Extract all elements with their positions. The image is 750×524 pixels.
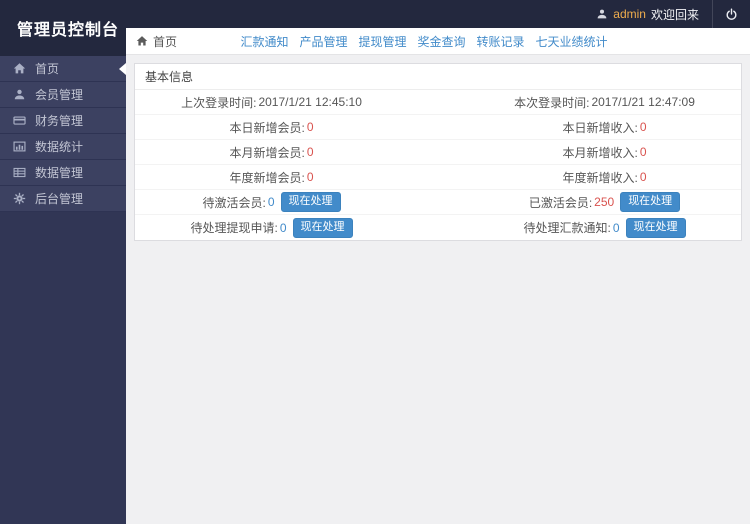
stat-value: 2017/1/21 12:47:09 xyxy=(591,95,695,109)
power-icon xyxy=(725,8,738,21)
sidebar-item-label: 财务管理 xyxy=(35,114,84,128)
stat-value: 0 xyxy=(612,220,620,235)
sidebar-menu: 首页 会员管理 财务管理 数据统计 数据管理 后台管理 xyxy=(0,56,126,212)
handle-now-button[interactable]: 现在处理 xyxy=(620,192,681,212)
stat-value: 0 xyxy=(639,145,647,159)
sidebar-item-label: 首页 xyxy=(35,62,60,76)
info-row: 上次登录时间: 2017/1/21 12:45:10 本次登录时间: 2017/… xyxy=(135,90,741,115)
quick-links: 汇款通知 产品管理 提现管理 奖金查询 转账记录 七天业绩统计 xyxy=(240,33,635,50)
handle-now-button[interactable]: 现在处理 xyxy=(292,217,353,238)
sidebar-item-label: 数据统计 xyxy=(35,140,84,154)
welcome-text: 欢迎回来 xyxy=(650,7,699,22)
info-row: 本日新增会员: 0 本日新增收入: 0 xyxy=(135,115,741,140)
stat-label: 年度新增收入: xyxy=(562,170,638,185)
nav-link-seven-day-stats[interactable]: 七天业绩统计 xyxy=(536,33,608,50)
sidebar-item-statistics[interactable]: 数据统计 xyxy=(0,134,126,160)
stat-value: 0 xyxy=(306,170,314,184)
info-cell: 年度新增会员: 0 xyxy=(135,169,408,186)
sidebar-item-home[interactable]: 首页 xyxy=(0,56,126,82)
sidebar-item-data[interactable]: 数据管理 xyxy=(0,160,126,186)
info-cell: 待处理汇款通知: 0 现在处理 xyxy=(408,217,741,238)
info-cell: 本月新增收入: 0 xyxy=(408,144,741,161)
content-area: 基本信息 上次登录时间: 2017/1/21 12:45:10 本次登录时间: … xyxy=(126,55,750,524)
stat-label: 本次登录时间: xyxy=(514,95,590,110)
stat-label: 本日新增收入: xyxy=(562,120,638,135)
cogs-icon xyxy=(13,192,26,205)
logout-button[interactable] xyxy=(712,0,750,28)
handle-now-button[interactable]: 现在处理 xyxy=(625,217,686,238)
top-bar: admin 欢迎回来 xyxy=(126,0,750,28)
info-cell: 本次登录时间: 2017/1/21 12:47:09 xyxy=(408,94,741,111)
info-row: 本月新增会员: 0 本月新增收入: 0 xyxy=(135,140,741,165)
stat-label: 上次登录时间: xyxy=(181,95,257,110)
app-title: 管理员控制台 xyxy=(0,0,126,56)
person-icon xyxy=(596,8,608,20)
info-cell: 待处理提现申请: 0 现在处理 xyxy=(135,217,408,238)
info-cell: 已激活会员: 250 现在处理 xyxy=(408,192,741,212)
handle-now-button[interactable]: 现在处理 xyxy=(280,192,341,212)
sidebar-item-label: 会员管理 xyxy=(35,88,84,102)
info-cell: 上次登录时间: 2017/1/21 12:45:10 xyxy=(135,94,408,111)
user-menu[interactable]: admin 欢迎回来 xyxy=(583,0,712,28)
username: admin xyxy=(613,7,646,21)
table-icon xyxy=(13,166,26,179)
main-area: admin 欢迎回来 首页 汇款通知 产品管理 提现管理 奖金查询 转账记录 七… xyxy=(126,0,750,524)
nav-link-transfer-records[interactable]: 转账记录 xyxy=(477,33,525,50)
info-cell: 本日新增会员: 0 xyxy=(135,119,408,136)
stat-value: 0 xyxy=(306,145,314,159)
basic-info-panel: 基本信息 上次登录时间: 2017/1/21 12:45:10 本次登录时间: … xyxy=(134,63,742,241)
stat-label: 待处理提现申请: xyxy=(190,221,278,235)
stat-label: 待激活会员: xyxy=(202,195,266,210)
info-cell: 待激活会员: 0 现在处理 xyxy=(135,192,408,212)
sidebar-item-finance[interactable]: 财务管理 xyxy=(0,108,126,134)
nav-link-withdrawals[interactable]: 提现管理 xyxy=(358,33,406,50)
user-icon xyxy=(13,88,26,101)
stat-value: 0 xyxy=(639,170,647,184)
admin-console: 管理员控制台 首页 会员管理 财务管理 数据统计 数据管理 后台管理 admin… xyxy=(0,0,750,524)
bar-chart-icon xyxy=(13,140,26,153)
info-row: 待处理提现申请: 0 现在处理 待处理汇款通知: 0 现在处理 xyxy=(135,215,741,240)
breadcrumb-label: 首页 xyxy=(153,34,178,49)
breadcrumb-home[interactable]: 首页 xyxy=(136,28,177,54)
info-cell: 本月新增会员: 0 xyxy=(135,144,408,161)
stat-value: 0 xyxy=(306,120,314,134)
info-row: 待激活会员: 0 现在处理 已激活会员: 250 现在处理 xyxy=(135,190,741,215)
panel-title: 基本信息 xyxy=(135,64,741,90)
stat-label: 本月新增收入: xyxy=(562,145,638,160)
home-icon xyxy=(136,35,148,47)
stat-value: 0 xyxy=(639,120,647,134)
home-icon xyxy=(13,62,26,75)
info-cell: 年度新增收入: 0 xyxy=(408,169,741,186)
info-cell: 本日新增收入: 0 xyxy=(408,119,741,136)
nav-link-products[interactable]: 产品管理 xyxy=(299,33,347,50)
stat-value: 0 xyxy=(279,220,287,235)
stat-label: 已激活会员: xyxy=(528,195,593,210)
stat-label: 本日新增会员: xyxy=(229,120,305,135)
info-rows: 上次登录时间: 2017/1/21 12:45:10 本次登录时间: 2017/… xyxy=(135,90,741,240)
stat-value: 250 xyxy=(594,195,615,209)
stat-label: 本月新增会员: xyxy=(229,145,305,160)
sidebar-item-members[interactable]: 会员管理 xyxy=(0,82,126,108)
stat-value: 0 xyxy=(267,195,275,209)
credit-card-icon xyxy=(13,114,26,127)
breadcrumb-bar: 首页 汇款通知 产品管理 提现管理 奖金查询 转账记录 七天业绩统计 xyxy=(126,28,750,55)
sidebar: 管理员控制台 首页 会员管理 财务管理 数据统计 数据管理 后台管理 xyxy=(0,0,126,524)
info-row: 年度新增会员: 0 年度新增收入: 0 xyxy=(135,165,741,190)
stat-value: 2017/1/21 12:45:10 xyxy=(258,95,362,109)
sidebar-item-label: 数据管理 xyxy=(35,166,84,180)
nav-link-bonus-query[interactable]: 奖金查询 xyxy=(418,33,466,50)
stat-label: 待处理汇款通知: xyxy=(523,221,611,235)
stat-label: 年度新增会员: xyxy=(229,170,305,185)
sidebar-item-label: 后台管理 xyxy=(35,192,84,206)
sidebar-item-admin[interactable]: 后台管理 xyxy=(0,186,126,212)
nav-link-remittance-notice[interactable]: 汇款通知 xyxy=(240,33,288,50)
